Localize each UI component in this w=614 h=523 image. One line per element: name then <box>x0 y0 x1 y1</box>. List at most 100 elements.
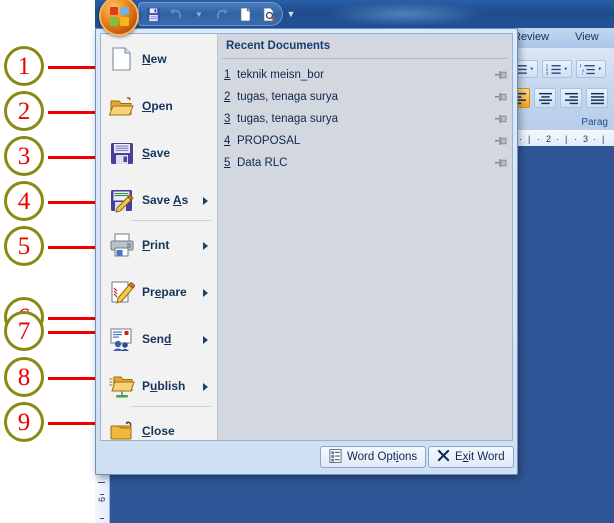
paragraph-group-label: Parag <box>581 117 608 128</box>
save-floppy-icon <box>109 140 135 166</box>
callout-8-number: 8 <box>4 357 44 397</box>
submenu-arrow-icon <box>203 383 208 391</box>
menu-item-prepare-label: Prepare <box>142 285 187 299</box>
recent-document-number: 5 <box>224 156 231 169</box>
menu-item-save[interactable]: Save <box>101 134 218 172</box>
align-center-button[interactable] <box>534 88 556 108</box>
align-justify-icon <box>590 92 604 104</box>
qat-redo-button[interactable] <box>212 4 232 24</box>
qat-save-button[interactable] <box>143 4 163 24</box>
recent-document-name: tugas, tenaga surya <box>237 90 339 103</box>
menu-item-send-label: Send <box>142 332 172 346</box>
multilevel-list-button[interactable]: 1 a i <box>576 60 606 78</box>
recent-document-row-4[interactable]: 4 PROPOSAL <box>224 130 509 151</box>
qat-undo-button[interactable] <box>166 4 186 24</box>
callout-8: 8 <box>4 357 48 401</box>
menu-item-save-label: Save <box>142 146 171 160</box>
callout-4-number: 4 <box>4 181 44 221</box>
menu-item-prepare[interactable]: Prepare <box>101 273 218 311</box>
printer-icon <box>109 232 135 258</box>
qat-new-button[interactable] <box>235 4 255 24</box>
publish-icon <box>109 373 135 399</box>
numbered-list-icon: 1 2 3 <box>546 63 568 76</box>
align-right-icon <box>564 92 578 104</box>
callout-1: 1 <box>4 46 48 90</box>
callout-7-number: 7 <box>4 311 44 351</box>
callout-5: 5 <box>4 226 48 270</box>
office-logo-icon <box>109 6 129 26</box>
chevron-down-icon: ▼ <box>195 9 203 19</box>
pushpin-icon[interactable] <box>495 135 509 147</box>
justify-button[interactable] <box>586 88 608 108</box>
recent-documents-panel: Recent Documents 1 teknik meisn_bor 2 tu… <box>218 34 512 440</box>
pushpin-icon[interactable] <box>495 91 509 103</box>
pushpin-icon[interactable] <box>495 69 509 81</box>
recent-documents-title: Recent Documents <box>226 40 331 52</box>
pushpin-icon[interactable] <box>495 157 509 169</box>
word-options-button[interactable]: Word Options <box>320 446 427 468</box>
recent-document-name: teknik meisn_bor <box>237 68 324 81</box>
menu-item-send[interactable]: Send <box>101 320 218 358</box>
menu-item-new[interactable]: New <box>101 40 218 78</box>
page-icon <box>239 6 251 22</box>
vertical-ruler-label-6: 6 <box>97 496 107 502</box>
exit-word-button[interactable]: Exit Word <box>428 446 514 468</box>
tab-review-label: Review <box>513 31 550 43</box>
recent-document-number: 4 <box>224 134 231 147</box>
svg-text:i: i <box>582 72 583 76</box>
menu-item-close-label: Close <box>142 424 175 438</box>
open-folder-icon <box>108 93 135 119</box>
menu-item-new-label: New <box>142 52 167 66</box>
callout-2-number: 2 <box>4 91 44 131</box>
tab-view[interactable]: View <box>575 31 599 43</box>
prepare-icon <box>109 279 136 305</box>
menu-item-publish[interactable]: Publish <box>101 367 218 405</box>
ruler-tick-2: 2 <box>546 134 552 144</box>
multilevel-list-icon: 1 a i <box>579 63 602 76</box>
recent-document-row-1[interactable]: 1 teknik meisn_bor <box>224 64 509 85</box>
menu-item-open[interactable]: Open <box>101 87 218 125</box>
qat-undo-dropdown[interactable]: ▼ <box>189 4 209 24</box>
callout-4: 4 <box>4 181 48 225</box>
office-menu-popup: New Open Save Save As Print Prepare Send… <box>95 28 518 475</box>
menu-item-print[interactable]: Print <box>101 226 218 264</box>
recent-documents-divider <box>222 58 507 59</box>
close-x-icon <box>437 449 450 465</box>
send-icon <box>109 326 135 352</box>
numbering-button[interactable]: 1 2 3 <box>542 60 572 78</box>
qat-customize-button[interactable]: ▼ <box>283 6 299 22</box>
recent-document-name: PROPOSAL <box>237 134 301 147</box>
submenu-arrow-icon <box>203 197 208 205</box>
callout-5-number: 5 <box>4 226 44 266</box>
recent-document-row-5[interactable]: 5 Data RLC <box>224 152 509 173</box>
menu-item-open-label: Open <box>142 99 173 113</box>
office-menu-inner: New Open Save Save As Print Prepare Send… <box>100 33 513 441</box>
office-menu-footer: Word Options Exit Word <box>96 441 517 474</box>
print-preview-icon <box>262 6 274 22</box>
menu-separator-1 <box>131 220 211 221</box>
menu-item-publish-label: Publish <box>142 379 186 393</box>
callout-9-number: 9 <box>4 402 44 442</box>
callout-2: 2 <box>4 91 48 135</box>
office-menu-commands: New Open Save Save As Print Prepare Send… <box>101 34 218 440</box>
align-center-icon <box>538 92 552 104</box>
chevron-down-icon: ▼ <box>286 9 296 19</box>
qat-print-preview-button[interactable] <box>258 4 278 24</box>
recent-document-name: Data RLC <box>237 156 288 169</box>
recent-document-number: 1 <box>224 68 231 81</box>
title-bar-glow <box>325 2 485 26</box>
align-right-button[interactable] <box>560 88 582 108</box>
recent-document-name: tugas, tenaga surya <box>237 112 339 125</box>
word-options-label: Word Options <box>347 451 418 463</box>
exit-word-label: Exit Word <box>455 451 505 463</box>
menu-item-save-as[interactable]: Save As <box>101 181 218 219</box>
recent-document-number: 3 <box>224 112 231 125</box>
menu-item-print-label: Print <box>142 238 170 252</box>
new-document-icon <box>109 46 135 72</box>
redo-arrow-icon <box>216 8 228 19</box>
undo-arrow-icon <box>169 8 181 19</box>
recent-document-row-3[interactable]: 3 tugas, tenaga surya <box>224 108 509 129</box>
pushpin-icon[interactable] <box>495 113 509 125</box>
tab-review[interactable]: Review <box>513 31 549 43</box>
recent-document-row-2[interactable]: 2 tugas, tenaga surya <box>224 86 509 107</box>
